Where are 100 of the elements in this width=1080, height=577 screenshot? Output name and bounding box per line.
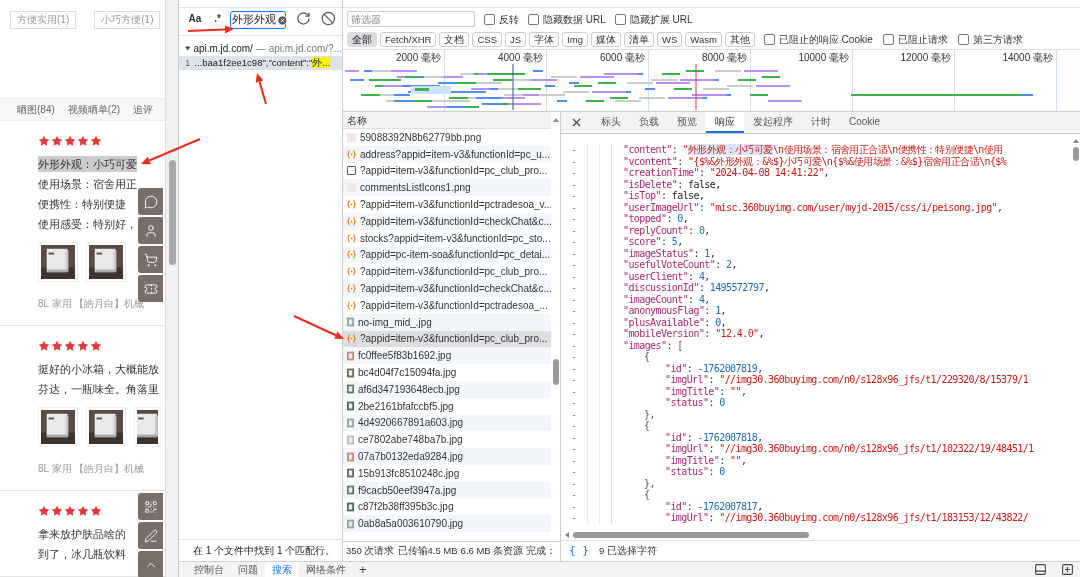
clear-icon[interactable] xyxy=(277,14,289,26)
type-filter-button[interactable]: 字体 xyxy=(529,32,560,47)
image-icon xyxy=(347,132,356,142)
line-number: 1 xyxy=(185,55,191,70)
column-header[interactable]: 名称 xyxy=(347,112,367,128)
code-line: "creationTime": "2024-04-08 14:41:22", xyxy=(623,167,829,179)
square-plus-icon[interactable] xyxy=(1061,563,1074,576)
side-toolbar-button[interactable] xyxy=(138,246,163,273)
type-filter-button[interactable]: CSS xyxy=(472,32,502,47)
detail-tab[interactable]: 负载 xyxy=(630,112,668,133)
side-toolbar-button[interactable] xyxy=(138,493,163,520)
annotation-arrow xyxy=(141,138,201,165)
review-tab[interactable]: 视频晒单(2) xyxy=(67,102,121,118)
scrollbar[interactable] xyxy=(165,0,178,577)
tick-label: 10000 毫秒 xyxy=(798,50,849,63)
scrollbar[interactable] xyxy=(561,529,1080,541)
side-toolbar-button[interactable] xyxy=(138,188,163,215)
line-marker: - xyxy=(572,316,576,328)
search-field[interactable]: 外形外观 xyxy=(230,11,287,29)
panel-icon[interactable] xyxy=(1034,563,1047,576)
result-host[interactable]: api.m.jd.com/ xyxy=(193,41,253,56)
code-line: "plusAvailable": 0, xyxy=(623,316,726,328)
detail-tab[interactable]: 发起程序 xyxy=(744,112,802,133)
braces-icon xyxy=(347,233,356,243)
match-case-button[interactable]: Aa xyxy=(185,11,205,26)
scrollbar-thumb[interactable] xyxy=(168,160,176,265)
scroll-up-icon[interactable] xyxy=(1072,139,1079,143)
line-marker: - xyxy=(572,420,576,432)
status-text: 350 次请求 xyxy=(346,544,395,559)
code-line: "status": 0 xyxy=(665,397,725,409)
braces-icon xyxy=(347,250,356,260)
braces-icon xyxy=(347,267,356,277)
line-marker: - xyxy=(572,328,576,340)
image-icon xyxy=(347,350,354,361)
pretty-print-button[interactable]: { } xyxy=(569,542,589,560)
drawer-tab[interactable]: 网络条件 xyxy=(299,562,353,577)
code-line: "content": "外形外观：小巧可爱\n使用场景：宿舍用正合适\n便携性：特别便捷\n使用 xyxy=(623,144,1003,156)
type-filter-button[interactable]: Fetch/XHR xyxy=(380,32,437,47)
tick-label: 2000 毫秒 xyxy=(395,50,441,63)
type-filter-button[interactable]: 媒体 xyxy=(590,32,621,47)
detail-tab[interactable]: 预览 xyxy=(668,112,706,133)
line-marker: - xyxy=(572,397,576,409)
checkbox[interactable] xyxy=(614,13,626,25)
detail-tab[interactable]: 计时 xyxy=(802,112,840,133)
drawer-tab[interactable]: 搜索 xyxy=(265,562,299,577)
scroll-left-icon[interactable] xyxy=(565,531,569,538)
request-row[interactable]: ?appid=item-v3&functionId=checkChat&c... xyxy=(343,280,551,297)
detail-tab[interactable]: Cookie xyxy=(840,112,890,133)
timeline-overview[interactable]: 2000 毫秒 4000 毫秒 6000 毫秒 8000 毫秒 10000 毫秒 12000 毫秒 14000 毫秒 xyxy=(343,50,1080,112)
close-icon[interactable] xyxy=(570,116,583,129)
regex-button[interactable]: .* xyxy=(208,11,227,26)
tick-label: 6000 毫秒 xyxy=(599,50,645,63)
refresh-icon[interactable] xyxy=(296,11,312,26)
detail-tab[interactable]: 响应 xyxy=(706,112,744,133)
image-icon xyxy=(347,367,354,378)
type-filter-button[interactable]: 全部 xyxy=(347,32,377,47)
type-filter-button[interactable]: Wasm xyxy=(685,32,722,47)
request-row[interactable]: 0ab8a5a003610790.jpg xyxy=(343,515,551,533)
type-filter-button[interactable]: WS xyxy=(656,32,683,47)
review-tab[interactable]: 晒图(84) xyxy=(17,102,55,118)
scroll-up-icon[interactable] xyxy=(552,118,559,122)
request-row[interactable]: 07a7b0132eda9284.jpg xyxy=(343,448,551,465)
review-text: 到了，冰几瓶饮料 xyxy=(38,547,126,562)
drawer-tab[interactable]: 控制台 xyxy=(187,562,231,577)
checkbox-label: 已阻止的响应 Cookie xyxy=(778,33,873,47)
drawer-tab[interactable]: 问题 xyxy=(231,562,265,577)
detail-tab[interactable]: 标头 xyxy=(592,112,630,133)
side-toolbar-button[interactable] xyxy=(138,217,163,244)
type-filter-button[interactable]: 其他 xyxy=(724,32,755,47)
type-filter-button[interactable]: JS xyxy=(505,32,527,47)
clear-results-icon[interactable] xyxy=(321,11,336,26)
expand-caret-icon[interactable] xyxy=(185,45,191,52)
star-icon xyxy=(64,135,76,147)
status-text: 完成： xyxy=(526,544,557,559)
tick-label: 8000 毫秒 xyxy=(701,50,747,63)
code-line: "imageStatus": 1, xyxy=(623,247,716,259)
checkbox[interactable] xyxy=(484,13,495,25)
user-icon xyxy=(143,223,158,238)
cart-icon xyxy=(143,252,158,267)
request-row[interactable]: fc0ffee5f83b1692.jpg xyxy=(343,347,551,365)
type-filter-button[interactable]: 清单 xyxy=(623,32,654,47)
line-marker: - xyxy=(572,167,576,179)
checkbox[interactable] xyxy=(528,13,539,25)
code-line: "vcontent": "{$%&外形外观：&%$}小巧可爱\n{$%&使用场景：&%$}宿舍用正合适\n{$% xyxy=(623,155,1007,167)
line-marker: - xyxy=(572,512,576,524)
code-line: "imgTitle": "", xyxy=(665,454,747,466)
add-tab-button[interactable]: + xyxy=(353,563,373,576)
type-filter-button[interactable]: Img xyxy=(562,32,588,47)
scrollbar-thumb[interactable] xyxy=(573,531,809,538)
scrollbar-thumb[interactable] xyxy=(1072,147,1079,161)
line-marker: - xyxy=(572,443,576,455)
request-row[interactable]: commentsListIcons1.png xyxy=(343,179,551,197)
review-tab[interactable]: 追评 xyxy=(133,102,154,118)
scrollbar-thumb[interactable] xyxy=(552,359,559,385)
type-filter-button[interactable]: 文档 xyxy=(439,32,470,47)
side-toolbar-button[interactable] xyxy=(138,522,163,549)
filter-field[interactable]: 筛选器 xyxy=(347,11,475,27)
checkbox[interactable] xyxy=(957,34,969,45)
checkbox[interactable] xyxy=(882,34,894,45)
checkbox[interactable] xyxy=(763,34,775,45)
